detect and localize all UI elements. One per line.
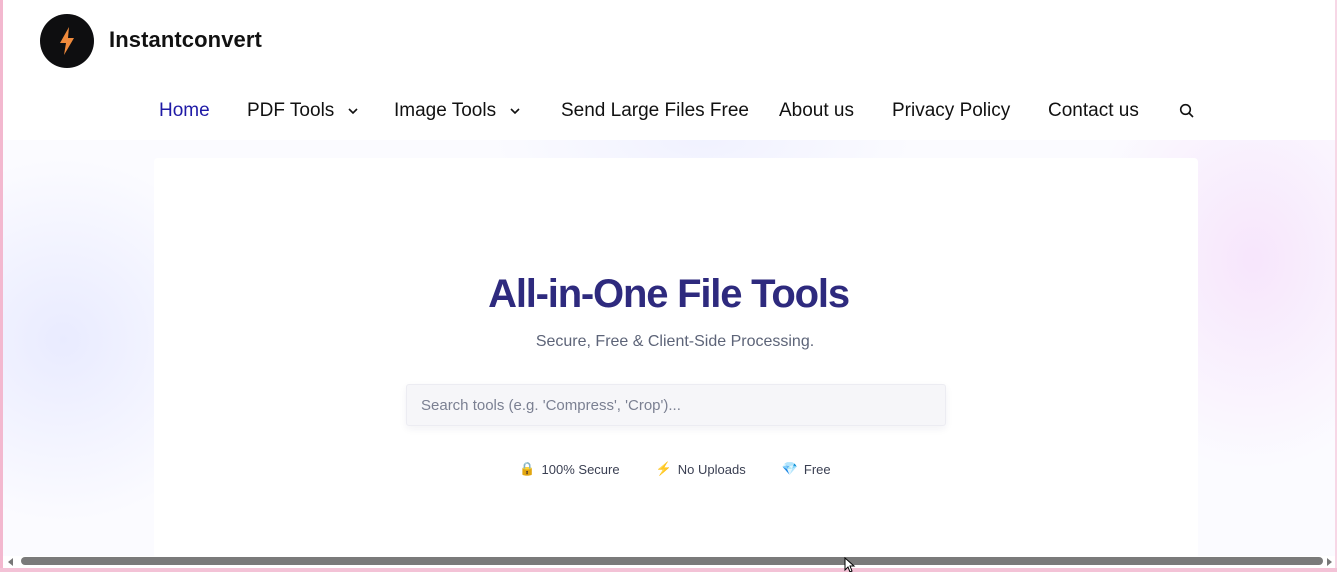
nav-item-send-large-files[interactable]: Send Large Files Free bbox=[561, 100, 749, 122]
badge-label: 100% Secure bbox=[541, 461, 620, 477]
logo-link[interactable] bbox=[40, 14, 94, 68]
scroll-left-arrow-icon[interactable] bbox=[7, 558, 15, 566]
nav-item-label: About us bbox=[779, 100, 854, 121]
chevron-down-icon bbox=[348, 108, 358, 115]
scroll-right-arrow-icon[interactable] bbox=[1325, 558, 1333, 566]
nav-item-about-us[interactable]: About us bbox=[779, 100, 854, 122]
badge-no-uploads: ⚡ No Uploads bbox=[656, 461, 746, 477]
page-subtitle: Secure, Free & Client-Side Processing. bbox=[535, 333, 815, 350]
badge-label: Free bbox=[803, 461, 831, 477]
badge-label: No Uploads bbox=[677, 461, 746, 477]
lightning-icon: ⚡ bbox=[655, 461, 672, 476]
window-edge-bottom bbox=[0, 568, 1337, 572]
nav-item-image-tools[interactable]: Image Tools bbox=[394, 100, 522, 122]
nav-item-label: PDF Tools bbox=[247, 100, 335, 121]
nav-item-home[interactable]: Home bbox=[159, 100, 210, 122]
lock-icon: 🔒 bbox=[519, 461, 536, 476]
lightning-bolt-icon bbox=[60, 27, 74, 55]
nav-item-label: Contact us bbox=[1048, 100, 1139, 121]
main-nav: Home PDF Tools Image Tools Send Large Fi… bbox=[3, 100, 1335, 128]
hero-card bbox=[154, 158, 1198, 558]
mouse-cursor-icon bbox=[844, 557, 856, 572]
badge-secure: 🔒 100% Secure bbox=[519, 461, 619, 477]
nav-item-privacy-policy[interactable]: Privacy Policy bbox=[892, 100, 1010, 122]
horizontal-scrollbar[interactable] bbox=[3, 556, 1335, 568]
nav-item-label: Image Tools bbox=[394, 100, 497, 121]
scrollbar-thumb[interactable] bbox=[21, 557, 1323, 565]
feature-badges: 🔒 100% Secure ⚡ No Uploads 💎 Free bbox=[0, 461, 1337, 477]
brand-name[interactable]: Instantconvert bbox=[109, 27, 262, 53]
nav-item-contact-us[interactable]: Contact us bbox=[1048, 100, 1139, 122]
nav-item-label: Send Large Files Free bbox=[561, 100, 749, 121]
diamond-icon: 💎 bbox=[781, 461, 798, 476]
nav-item-pdf-tools[interactable]: PDF Tools bbox=[247, 100, 360, 122]
nav-item-label: Home bbox=[159, 100, 210, 121]
chevron-down-icon bbox=[510, 108, 520, 115]
page-title: All-in-One File Tools bbox=[488, 272, 850, 316]
tool-search-input[interactable] bbox=[406, 384, 946, 426]
site-header: Instantconvert Home PDF Tools Image Tool… bbox=[3, 0, 1335, 140]
search-icon[interactable] bbox=[1178, 102, 1196, 120]
nav-item-label: Privacy Policy bbox=[892, 100, 1011, 121]
badge-free: 💎 Free bbox=[782, 461, 831, 477]
